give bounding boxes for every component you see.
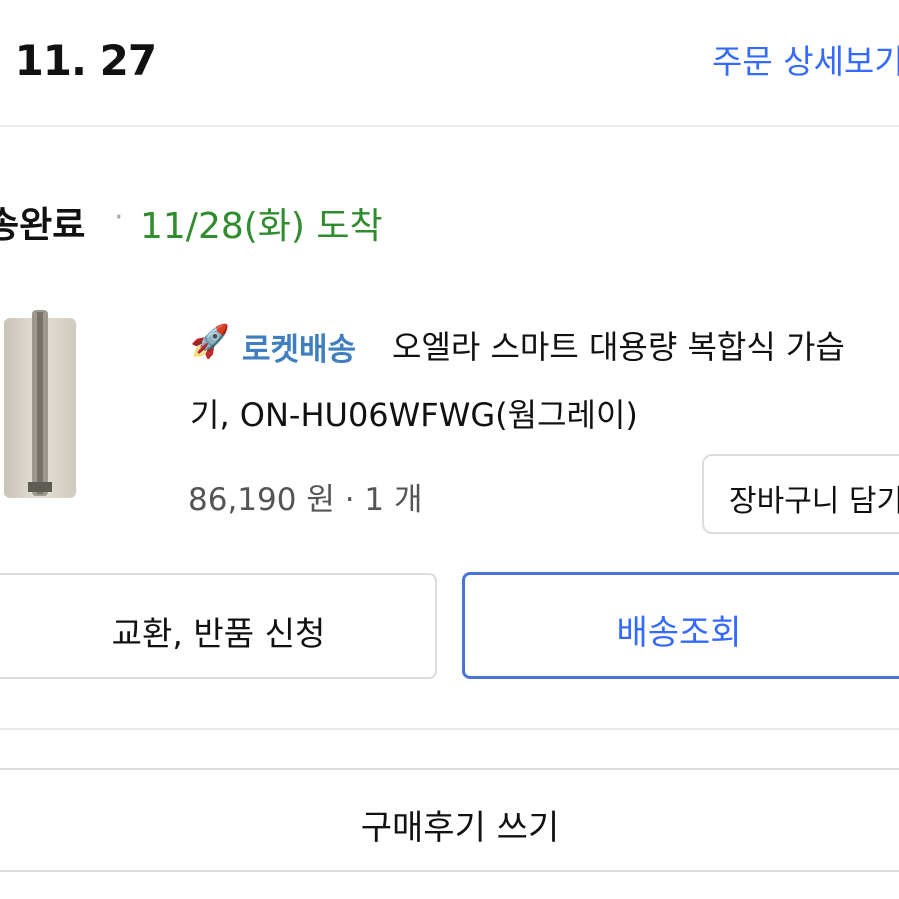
exchange-return-button[interactable]: 교환, 반품 신청: [0, 573, 437, 679]
rocket-delivery-badge: 로켓배송: [242, 332, 357, 368]
product-name[interactable]: 오엘라 스마트 대용량 복합식 가습: [392, 322, 845, 368]
track-delivery-button[interactable]: 배송조회: [462, 572, 899, 679]
exchange-return-label: 교환, 반품 신청: [111, 614, 326, 653]
delivery-status: 송완료: [0, 205, 86, 246]
write-review-label: 구매후기 쓰기: [360, 808, 560, 848]
status-separator: ·: [114, 200, 124, 235]
add-to-cart-button[interactable]: 장바구니 담기: [702, 454, 899, 534]
product-thumbnail[interactable]: [4, 310, 78, 498]
order-detail-link[interactable]: 주문 상세보기: [712, 35, 899, 83]
order-date: . 11. 27: [0, 36, 157, 85]
track-delivery-label: 배송조회: [616, 613, 742, 653]
product-name-continued[interactable]: 기, ON-HU06WFWG(웜그레이): [190, 390, 638, 436]
add-to-cart-label: 장바구니 담기: [729, 484, 899, 519]
price-quantity: 86,190 원 · 1 개: [188, 482, 423, 518]
divider: [0, 728, 899, 730]
arrival-date: 11/28(화) 도착: [140, 206, 383, 247]
write-review-button[interactable]: 구매후기 쓰기: [0, 768, 899, 872]
divider: [0, 125, 899, 127]
rocket-icon: 🚀: [190, 322, 230, 360]
